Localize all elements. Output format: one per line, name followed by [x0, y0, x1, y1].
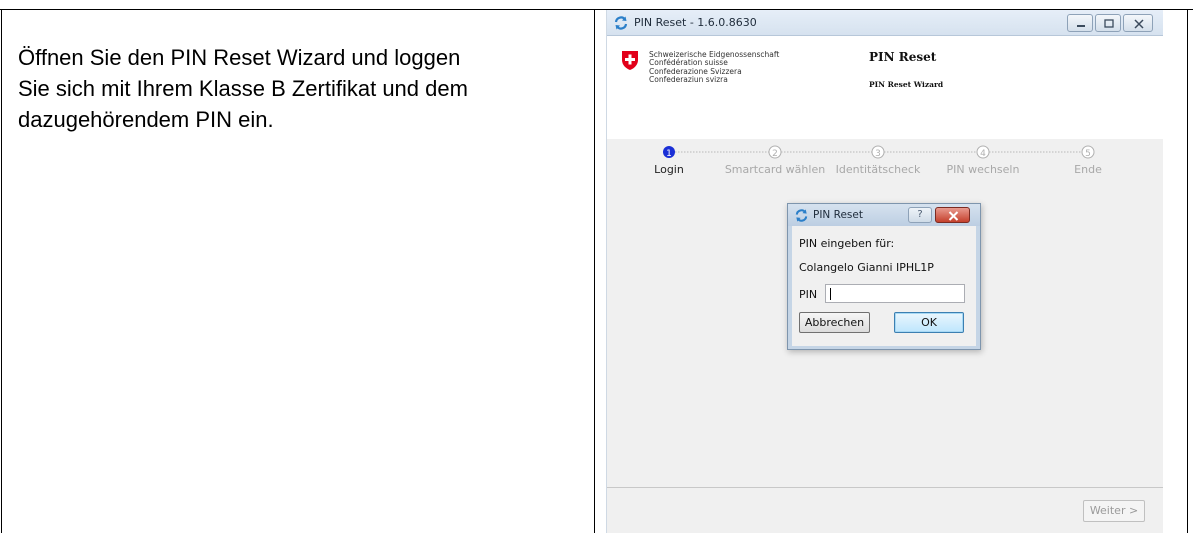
step-label-identity: Identitätscheck	[835, 163, 921, 176]
step-number-2: 2	[772, 149, 778, 159]
table-column-divider	[594, 9, 595, 533]
dialog-close-button[interactable]	[935, 207, 970, 223]
dialog-titlebar[interactable]: PIN Reset ?	[788, 204, 980, 226]
table-left-border	[1, 9, 2, 533]
swiss-coat-of-arms-icon	[622, 51, 638, 70]
cancel-button[interactable]: Abbrechen	[799, 312, 870, 333]
ok-button[interactable]: OK	[894, 312, 964, 333]
wizard-footer: Weiter >	[607, 488, 1163, 533]
dialog-title: PIN Reset	[813, 209, 863, 221]
instruction-line: Öffnen Sie den PIN Reset Wizard und logg…	[18, 45, 461, 70]
header-title: PIN Reset	[869, 50, 937, 64]
step-number-3: 3	[875, 149, 881, 159]
step-number-5: 5	[1085, 149, 1091, 159]
user-name: Colangelo Gianni IPHL1P	[799, 261, 934, 274]
instruction-line: dazugehörendem PIN ein.	[18, 107, 274, 132]
instruction-line: Sie sich mit Ihrem Klasse B Zertifikat u…	[18, 76, 468, 101]
header-subtitle: PIN Reset Wizard	[869, 80, 944, 89]
table-right-border	[1187, 9, 1188, 533]
federation-names: Schweizerische Eidgenossenschaft Confédé…	[649, 50, 779, 85]
wizard-header: Schweizerische Eidgenossenschaft Confédé…	[607, 36, 1163, 139]
step-label-end: Ende	[1074, 163, 1102, 176]
window-title: PIN Reset - 1.6.0.8630	[634, 16, 757, 29]
close-icon	[948, 211, 959, 221]
step-number-1: 1	[666, 149, 672, 159]
minimize-icon	[1077, 25, 1085, 27]
maximize-button[interactable]	[1095, 14, 1121, 32]
dialog-body: PIN eingeben für: Colangelo Gianni IPHL1…	[792, 226, 976, 346]
refresh-icon	[614, 16, 628, 30]
next-button[interactable]: Weiter >	[1083, 500, 1145, 522]
pin-input[interactable]	[825, 284, 965, 303]
refresh-icon	[795, 209, 808, 222]
text-caret	[830, 288, 831, 300]
pin-reset-window: PIN Reset - 1.6.0.8630 Schweizerische Ei…	[606, 10, 1163, 533]
pin-prompt: PIN eingeben für:	[799, 237, 895, 250]
help-button[interactable]: ?	[908, 207, 932, 223]
window-titlebar[interactable]: PIN Reset - 1.6.0.8630	[607, 10, 1163, 36]
pin-label: PIN	[799, 288, 818, 301]
close-button[interactable]	[1123, 14, 1153, 32]
step-number-4: 4	[980, 149, 986, 159]
step-label-login: Login	[654, 163, 684, 176]
step-label-smartcard: Smartcard wählen	[724, 163, 826, 176]
instruction-text: Öffnen Sie den PIN Reset Wizard und logg…	[18, 42, 578, 135]
pin-dialog: PIN Reset ? PIN eingeben für: Colangelo …	[787, 203, 981, 350]
minimize-button[interactable]	[1067, 14, 1093, 32]
close-icon	[1134, 19, 1144, 29]
federation-name: Confederaziun svizra	[649, 75, 728, 85]
step-label-pin-change: PIN wechseln	[946, 163, 1020, 176]
maximize-icon	[1104, 19, 1114, 28]
